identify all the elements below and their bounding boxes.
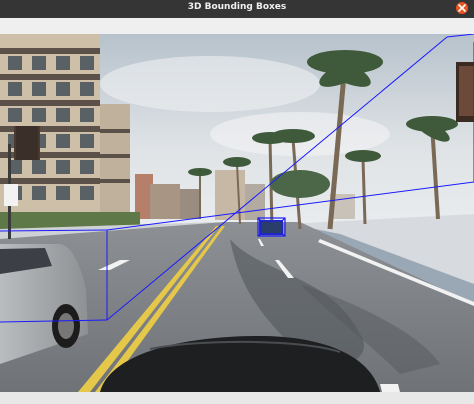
cloud [100,56,320,112]
close-button[interactable] [456,2,468,14]
window-bottom-margin [0,392,474,404]
billboard-panel [459,66,474,116]
camera-viewport [0,34,474,392]
window-top-margin [0,18,474,34]
close-icon [458,4,466,12]
window-title: 3D Bounding Boxes [187,2,287,12]
traffic-light [16,126,38,160]
lead-vehicle [259,220,283,235]
camera-scene [0,34,474,392]
app-window: 3D Bounding Boxes [0,0,474,404]
title-bar[interactable]: 3D Bounding Boxes [0,0,474,18]
street-sign [4,184,18,206]
